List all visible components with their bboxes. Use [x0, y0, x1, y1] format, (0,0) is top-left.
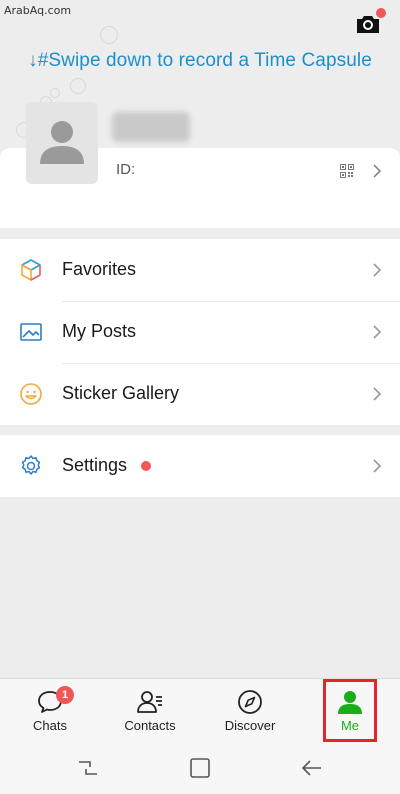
unread-badge: 1 [56, 686, 74, 704]
time-capsule-hint[interactable]: ↓#Swipe down to record a Time Capsule [0, 50, 400, 72]
decor-bubble [70, 78, 86, 94]
menu-section-settings: Settings [0, 435, 400, 497]
menu-item-label: Favorites [62, 259, 137, 279]
menu-item-label: My Posts [62, 321, 137, 341]
menu-item-my-posts[interactable]: My Posts [0, 301, 400, 363]
cube-icon [21, 259, 41, 281]
home-icon[interactable] [188, 756, 212, 780]
person-silhouette-icon [40, 121, 84, 164]
system-nav-bar [0, 742, 400, 794]
tab-chats[interactable]: 1 Chats [15, 679, 85, 743]
decor-bubble [50, 88, 60, 98]
menu-item-label: Settings [62, 455, 128, 475]
avatar[interactable] [26, 102, 98, 184]
qr-code-icon[interactable] [340, 164, 354, 178]
notification-dot [376, 8, 386, 18]
contacts-icon [137, 691, 162, 713]
decor-bubble [100, 26, 118, 44]
watermark: ArabAq.com [4, 4, 72, 17]
menu-item-sticker-gallery[interactable]: Sticker Gallery [0, 363, 400, 425]
tab-contacts[interactable]: Contacts [114, 679, 186, 743]
smiley-icon [20, 383, 42, 405]
menu-section-main: Favorites My Posts Sticker Gallery [0, 239, 400, 425]
wechat-id-label: ID: [116, 161, 136, 178]
compass-icon [238, 690, 262, 714]
menu-item-label: Sticker Gallery [62, 383, 180, 403]
tab-label: Chats [33, 718, 67, 733]
notification-dot [141, 461, 151, 471]
menu-item-settings[interactable]: Settings [0, 435, 400, 497]
menu-item-favorites[interactable]: Favorites [0, 239, 400, 301]
gear-icon [21, 455, 41, 475]
highlight-annotation [323, 679, 377, 742]
chevron-right-icon [373, 459, 382, 473]
chevron-right-icon [373, 325, 382, 339]
profile-name [112, 112, 190, 142]
chevron-right-icon [373, 263, 382, 277]
tab-label: Contacts [124, 718, 176, 733]
tab-label: Discover [224, 718, 276, 733]
chevron-right-icon [373, 164, 382, 178]
image-icon [20, 323, 42, 341]
chevron-right-icon [373, 387, 382, 401]
back-icon[interactable] [300, 756, 324, 780]
recent-apps-icon[interactable] [76, 756, 100, 780]
camera-button[interactable] [354, 8, 386, 38]
tab-discover[interactable]: Discover [214, 679, 286, 743]
